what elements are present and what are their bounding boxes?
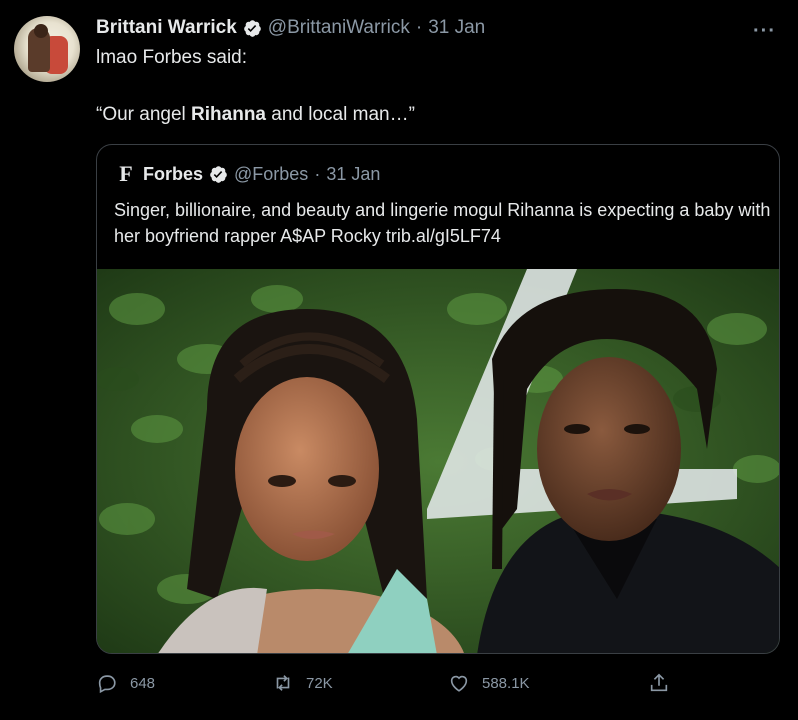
quoted-date[interactable]: 31 Jan xyxy=(326,164,380,185)
avatar[interactable] xyxy=(14,16,80,82)
author-display-name[interactable]: Brittani Warrick xyxy=(96,17,237,39)
share-button[interactable] xyxy=(648,672,670,694)
quoted-handle[interactable]: @Forbes xyxy=(234,164,308,185)
tweet-text-line1: lmao Forbes said: xyxy=(96,47,248,68)
tweet[interactable]: Brittani Warrick @BrittaniWarrick · 31 J… xyxy=(0,0,798,720)
more-icon[interactable]: ··· xyxy=(753,20,776,43)
retweet-icon xyxy=(276,675,290,691)
tweet-date[interactable]: 31 Jan xyxy=(428,17,485,39)
quoted-tweet-text: Singer, billionaire, and beauty and ling… xyxy=(114,200,771,246)
retweet-count: 72K xyxy=(306,674,333,692)
forbes-avatar[interactable]: F xyxy=(115,161,137,186)
like-count: 588.1K xyxy=(482,674,530,692)
reply-count: 648 xyxy=(130,674,156,692)
reply-button[interactable]: 648 xyxy=(96,672,155,694)
share-icon xyxy=(650,673,668,692)
tweet-header: Brittani Warrick @BrittaniWarrick · 31 J… xyxy=(96,17,485,39)
quoted-header: F Forbes @Forbes · 31 Jan xyxy=(115,161,380,186)
reply-icon xyxy=(98,675,116,694)
date-separator: · xyxy=(415,17,423,38)
heart-icon xyxy=(450,675,468,692)
verified-badge-icon xyxy=(210,165,227,183)
quoted-photo[interactable] xyxy=(97,269,780,654)
tweet-actions: 648 72K 588.1K xyxy=(96,672,696,702)
like-button[interactable]: 588.1K xyxy=(448,672,530,694)
quoted-display-name[interactable]: Forbes xyxy=(143,164,203,185)
quoted-tweet[interactable]: F Forbes @Forbes · 31 Jan Singer, billio… xyxy=(96,144,780,654)
quoted-date-separator: · xyxy=(314,163,321,184)
tweet-text-quote: “Our angel Rihanna and local man…” xyxy=(96,104,415,125)
author-handle[interactable]: @BrittaniWarrick xyxy=(268,17,410,39)
verified-badge-icon xyxy=(243,19,261,37)
retweet-button[interactable]: 72K xyxy=(272,672,333,694)
